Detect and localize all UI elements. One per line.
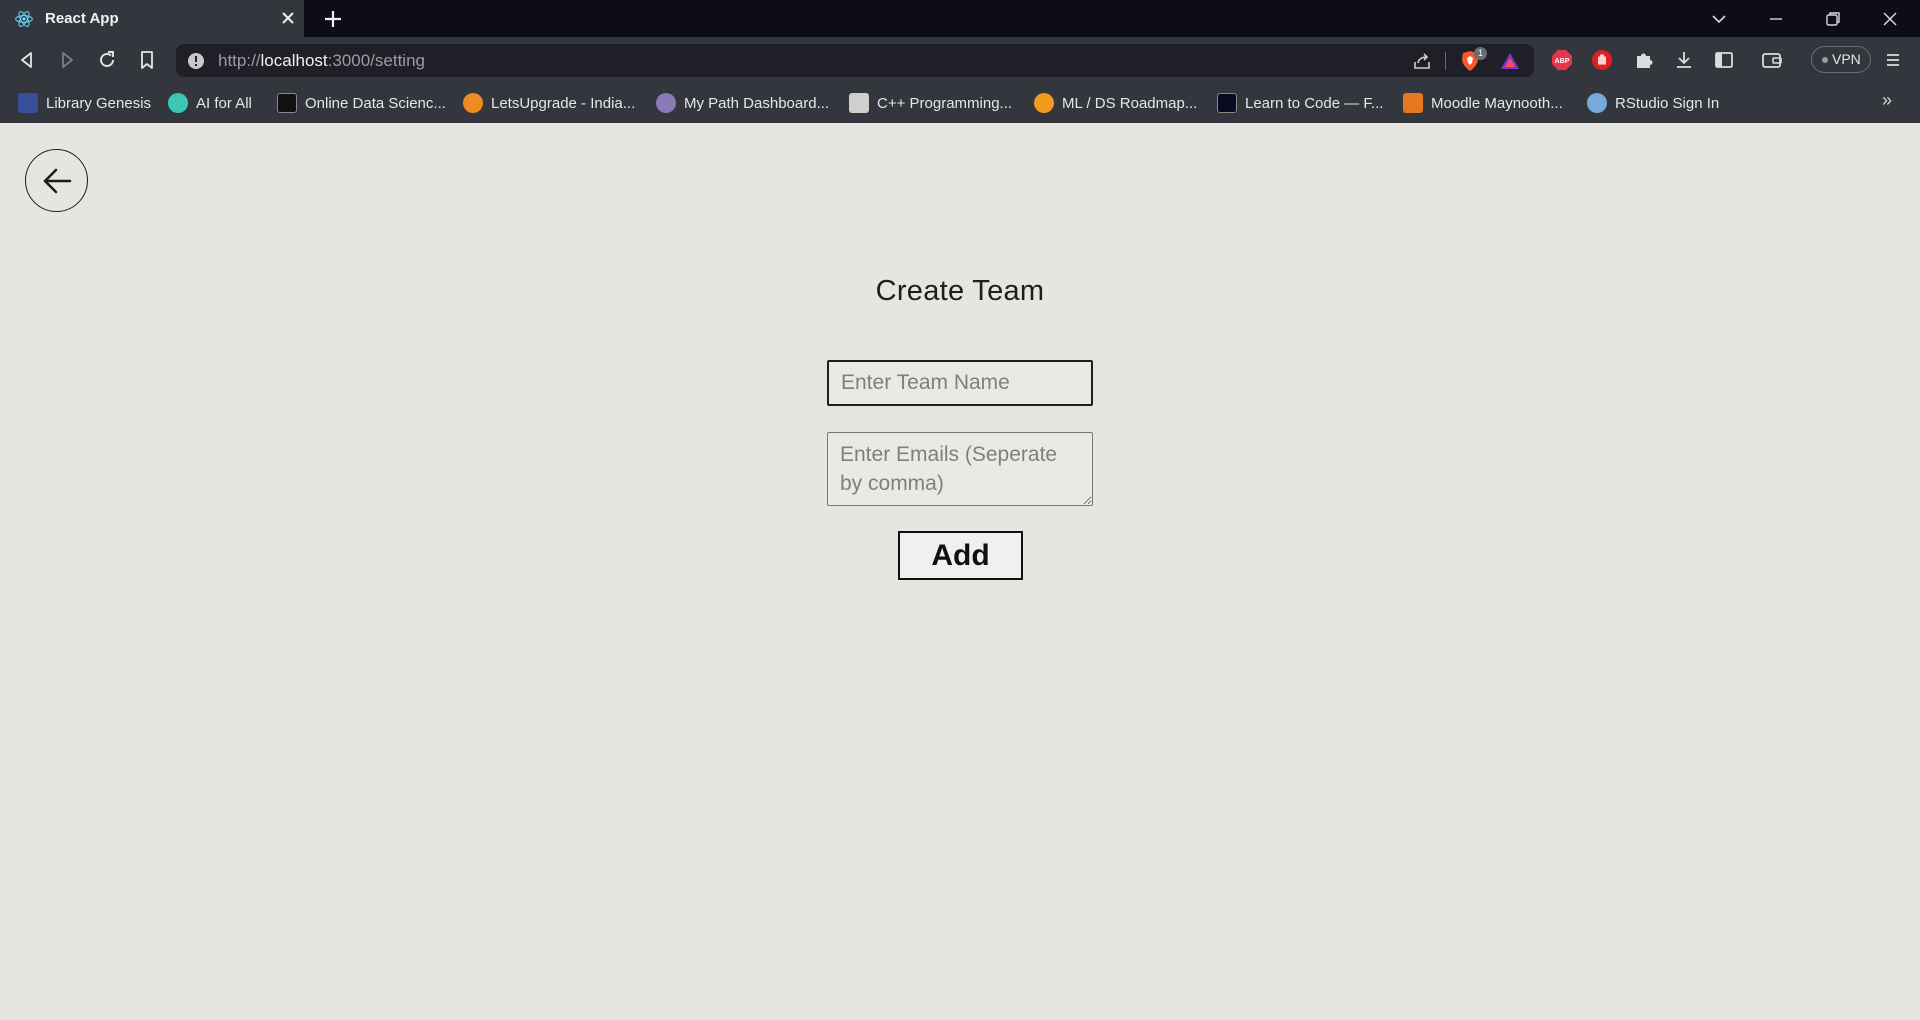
react-icon bbox=[15, 11, 33, 27]
minimize-icon[interactable] bbox=[1765, 8, 1787, 30]
bookmark-item[interactable]: ML / DS Roadmap... bbox=[1034, 91, 1197, 115]
vpn-status-dot bbox=[1822, 57, 1828, 63]
vpn-button[interactable]: VPN bbox=[1811, 46, 1871, 73]
bookmark-label: My Path Dashboard... bbox=[684, 94, 830, 112]
tab-close-icon[interactable] bbox=[278, 8, 298, 28]
bookmark-label: Learn to Code — F... bbox=[1245, 94, 1384, 112]
roadmap-icon bbox=[1034, 93, 1054, 113]
bookmark-label: Online Data Scienc... bbox=[305, 94, 446, 112]
svg-text:ABP: ABP bbox=[1555, 58, 1570, 65]
shields-count-badge: 1 bbox=[1474, 47, 1487, 60]
sidebar-toggle-icon[interactable] bbox=[1712, 48, 1736, 72]
url-host: localhost bbox=[260, 51, 328, 70]
data-science-icon bbox=[277, 93, 297, 113]
cpp-programming-icon bbox=[849, 93, 869, 113]
navigation-bar: http://localhost:3000/setting 1 ABP VPN bbox=[0, 37, 1920, 83]
url-scheme: http:// bbox=[218, 51, 261, 70]
my-path-icon bbox=[656, 93, 676, 113]
bookmark-item[interactable]: Library Genesis bbox=[18, 91, 151, 115]
bookmark-item[interactable]: Online Data Scienc... bbox=[277, 91, 446, 115]
bookmarks-bar: Library Genesis AI for All Online Data S… bbox=[0, 83, 1920, 123]
forward-nav-icon[interactable] bbox=[56, 49, 78, 71]
library-genesis-icon bbox=[18, 93, 38, 113]
download-icon[interactable] bbox=[1672, 48, 1696, 72]
bookmark-item[interactable]: My Path Dashboard... bbox=[656, 91, 829, 115]
rstudio-icon bbox=[1587, 93, 1607, 113]
tab-title: React App bbox=[45, 10, 119, 27]
bookmark-label: Library Genesis bbox=[46, 94, 152, 112]
bookmark-label: LetsUpgrade - India... bbox=[491, 94, 636, 112]
vpn-label: VPN bbox=[1832, 51, 1861, 67]
menu-icon[interactable] bbox=[1881, 48, 1905, 72]
team-name-input[interactable] bbox=[827, 360, 1093, 406]
bookmark-label: RStudio Sign In bbox=[1615, 94, 1720, 112]
bookmarks-overflow-button[interactable]: » bbox=[1882, 90, 1892, 111]
emails-textarea[interactable] bbox=[827, 432, 1093, 506]
adblock-plus-icon[interactable]: ABP bbox=[1550, 48, 1574, 72]
restore-icon[interactable] bbox=[1822, 8, 1844, 30]
freecodecamp-icon bbox=[1217, 93, 1237, 113]
tab-strip: React App bbox=[0, 0, 1920, 37]
page-title: Create Team bbox=[875, 275, 1045, 307]
bookmark-label: C++ Programming... bbox=[877, 94, 1013, 112]
bookmark-item[interactable]: RStudio Sign In bbox=[1587, 91, 1719, 115]
bookmark-item[interactable]: Moodle Maynooth... bbox=[1403, 91, 1563, 115]
add-button[interactable]: Add bbox=[898, 531, 1023, 580]
reload-icon[interactable] bbox=[96, 49, 118, 71]
bookmark-label: Moodle Maynooth... bbox=[1431, 94, 1563, 112]
bookmark-item[interactable]: AI for All bbox=[168, 91, 252, 115]
url-text[interactable]: http://localhost:3000/setting bbox=[218, 51, 425, 71]
bookmark-label: ML / DS Roadmap... bbox=[1062, 94, 1198, 112]
site-info-icon[interactable] bbox=[187, 52, 205, 70]
back-button[interactable] bbox=[25, 149, 88, 212]
brave-rewards-icon[interactable] bbox=[1499, 50, 1521, 72]
moodle-icon bbox=[1403, 93, 1423, 113]
share-icon[interactable] bbox=[1411, 50, 1433, 72]
arrow-left-icon bbox=[43, 168, 72, 194]
back-nav-icon[interactable] bbox=[16, 49, 38, 71]
bookmark-item[interactable]: LetsUpgrade - India... bbox=[463, 91, 635, 115]
adblock-hand-icon[interactable] bbox=[1590, 48, 1614, 72]
bookmark-label: AI for All bbox=[196, 94, 252, 112]
letsupgrade-icon bbox=[463, 93, 483, 113]
url-path: :3000/setting bbox=[327, 51, 425, 70]
bookmark-icon[interactable] bbox=[136, 49, 158, 71]
ai-for-all-icon bbox=[168, 93, 188, 113]
bookmark-item[interactable]: Learn to Code — F... bbox=[1217, 91, 1383, 115]
window-close-icon[interactable] bbox=[1879, 8, 1901, 30]
extensions-puzzle-icon[interactable] bbox=[1632, 48, 1656, 72]
wallet-icon[interactable] bbox=[1760, 48, 1784, 72]
address-bar-divider bbox=[1445, 52, 1446, 70]
bookmark-item[interactable]: C++ Programming... bbox=[849, 91, 1012, 115]
new-tab-icon[interactable] bbox=[322, 8, 344, 30]
address-bar[interactable]: http://localhost:3000/setting 1 bbox=[176, 44, 1534, 77]
browser-tab[interactable]: React App bbox=[0, 0, 304, 37]
tab-list-chevron-icon[interactable] bbox=[1708, 8, 1730, 30]
